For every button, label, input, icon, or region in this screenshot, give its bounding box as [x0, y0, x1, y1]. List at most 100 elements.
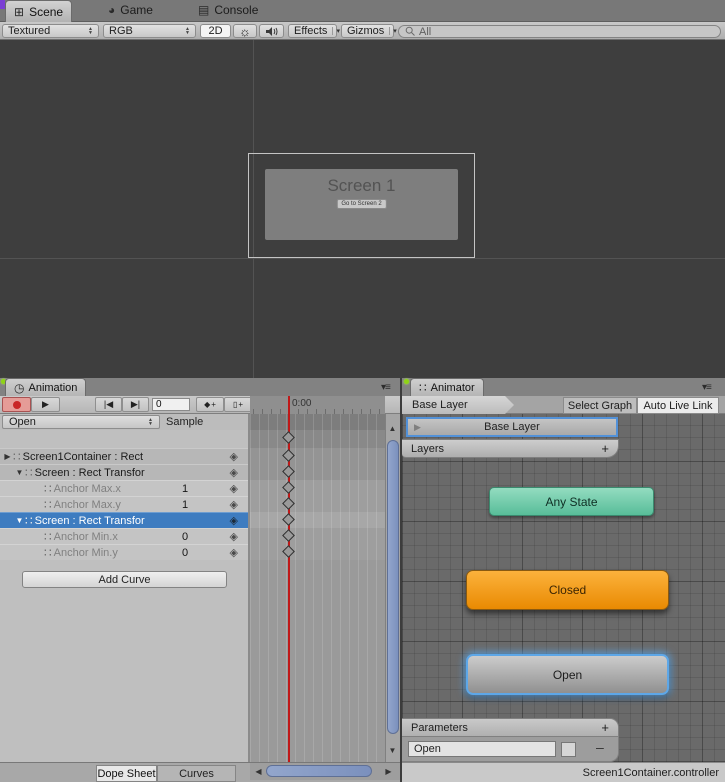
animator-panel-menu-icon[interactable]: ▾≡: [702, 382, 711, 393]
clip-dropdown-label: Open: [9, 416, 36, 428]
keyframe-diamond-icon[interactable]: ◈: [230, 530, 238, 543]
row-screen-recttransform-1[interactable]: ▼ ∷ Screen : Rect Transfor ◈: [0, 464, 248, 480]
row-anchor-max-x[interactable]: ∷ Anchor Max.x 1 ◈: [0, 480, 248, 496]
tab-console[interactable]: ▤ Console: [198, 3, 258, 17]
select-graph-button[interactable]: Select Graph: [563, 397, 637, 414]
sun-icon: ☼: [239, 24, 251, 39]
keyframe-diamond-icon[interactable]: ◈: [230, 514, 238, 527]
go-to-screen2-button[interactable]: Go to Screen 2: [336, 199, 386, 209]
property-label: Anchor Min.y: [54, 547, 118, 559]
channels-dropdown-label: RGB: [109, 25, 133, 37]
timeline-track-row: [250, 448, 385, 480]
parameter-name-field[interactable]: Open: [408, 741, 556, 757]
scroll-up-icon[interactable]: ▲: [386, 424, 399, 433]
row-screen1container-rect[interactable]: ▶ ∷ Screen1Container : Rect ◈: [0, 448, 248, 464]
scene-search-input[interactable]: All: [398, 25, 721, 38]
breadcrumb-base-layer[interactable]: Base Layer: [402, 396, 514, 414]
add-parameter-icon[interactable]: +: [601, 720, 609, 735]
console-icon: ▤: [198, 3, 209, 17]
search-icon: [405, 26, 416, 37]
add-layer-icon[interactable]: +: [601, 441, 609, 456]
timeline-time-label: 0:00: [292, 398, 311, 409]
animation-panel-menu-icon[interactable]: ▾≡: [381, 382, 390, 393]
tab-animation[interactable]: ◷ Animation: [5, 378, 86, 396]
chevron-down-icon: ▾: [389, 27, 397, 35]
row-screen-recttransform-2-selected[interactable]: ▼ ∷ Screen : Rect Transfor ◈: [0, 512, 248, 528]
foldout-closed-icon[interactable]: ▶: [2, 452, 13, 461]
row-anchor-min-x[interactable]: ∷ Anchor Min.x 0 ◈: [0, 528, 248, 544]
parameters-label: Parameters: [411, 722, 468, 734]
next-key-button[interactable]: ▶|: [122, 397, 149, 412]
base-layer-label: Base Layer: [484, 421, 540, 433]
auto-live-link-button[interactable]: Auto Live Link: [637, 397, 719, 414]
add-keyframe-button[interactable]: ◆ +: [196, 397, 224, 412]
parameters-header[interactable]: Parameters +: [402, 718, 619, 737]
rect-transform-icon: ∷: [44, 530, 52, 544]
parameters-body: Open –: [402, 737, 619, 762]
previous-key-button[interactable]: |◀: [95, 397, 122, 412]
scene-grid-icon: ⊞: [14, 5, 24, 19]
add-event-button[interactable]: ▯ +: [224, 397, 252, 412]
screen1-panel[interactable]: Screen 1 Go to Screen 2: [265, 169, 458, 240]
rect-transform-icon: ∷: [44, 482, 52, 496]
keyframe-diamond-icon[interactable]: ◈: [230, 482, 238, 495]
shading-dropdown[interactable]: Textured ▲▼: [2, 24, 99, 38]
2d-toggle-label: 2D: [208, 25, 222, 37]
dope-sheet-button[interactable]: Dope Sheet: [96, 765, 157, 782]
2d-toggle-button[interactable]: 2D: [200, 24, 231, 38]
state-any-state[interactable]: Any State: [489, 487, 654, 516]
search-value: All: [419, 26, 431, 38]
foldout-open-icon[interactable]: ▼: [14, 468, 25, 477]
clip-dropdown[interactable]: Open ▲▼: [2, 415, 160, 429]
parameter-bool-checkbox[interactable]: [561, 742, 576, 757]
animation-tab-strip: ◷ Animation ▾≡: [0, 378, 400, 396]
effects-label: Effects: [294, 25, 327, 37]
add-curve-button[interactable]: Add Curve: [22, 571, 227, 588]
lighting-toggle-button[interactable]: ☼: [233, 24, 257, 38]
property-label: Screen : Rect Transfor: [35, 515, 145, 527]
horizontal-scroll-thumb[interactable]: [266, 765, 372, 777]
effects-dropdown[interactable]: Effects ▾: [288, 24, 337, 38]
row-anchor-max-y[interactable]: ∷ Anchor Max.y 1 ◈: [0, 496, 248, 512]
timeline-vertical-scrollbar[interactable]: ▲ ▼: [385, 414, 400, 762]
scroll-left-icon[interactable]: ◀: [252, 767, 265, 776]
keyframe-diamond-icon[interactable]: ◈: [230, 546, 238, 559]
rect-transform-icon: ∷: [25, 466, 33, 480]
keyframe-diamond-icon[interactable]: ◈: [230, 450, 238, 463]
scroll-down-icon[interactable]: ▼: [386, 746, 399, 755]
keyframe-diamond-icon[interactable]: ◈: [230, 466, 238, 479]
foldout-open-icon[interactable]: ▼: [14, 516, 25, 525]
scene-gridline-horizontal: [0, 258, 725, 259]
remove-parameter-icon[interactable]: –: [596, 739, 604, 755]
channels-dropdown[interactable]: RGB ▲▼: [103, 24, 196, 38]
sample-label: Sample: [166, 416, 203, 428]
gizmos-dropdown[interactable]: Gizmos ▾: [341, 24, 394, 38]
tab-game[interactable]: ◕ Game: [108, 3, 153, 17]
state-closed[interactable]: Closed: [466, 570, 669, 610]
record-button[interactable]: [2, 397, 31, 412]
scroll-right-icon[interactable]: ▶: [382, 767, 395, 776]
keyframe-icon: ◆: [204, 400, 210, 409]
curves-button[interactable]: Curves: [157, 765, 236, 782]
tab-console-label: Console: [214, 3, 258, 17]
screen1-title: Screen 1: [265, 176, 458, 196]
tab-animator-label: Animator: [431, 382, 475, 394]
timeline-horizontal-scrollbar[interactable]: ◀ ▶: [250, 763, 400, 780]
layers-header[interactable]: Layers +: [402, 439, 619, 458]
frame-field[interactable]: 0: [152, 398, 190, 411]
state-open-selected[interactable]: Open: [466, 654, 669, 695]
keyframe-diamond-icon[interactable]: ◈: [230, 498, 238, 511]
tab-animator[interactable]: ∷ Animator: [410, 378, 484, 396]
row-anchor-min-y[interactable]: ∷ Anchor Min.y 0 ◈: [0, 544, 248, 560]
play-icon: ▶: [42, 399, 49, 410]
live-indicator-dot: [404, 379, 409, 384]
vertical-scroll-thumb[interactable]: [387, 440, 399, 734]
base-layer-item[interactable]: ▶ Base Layer: [406, 417, 618, 437]
top-tab-strip: ⊞ Scene ◕ Game ▤ Console: [0, 0, 725, 22]
audio-toggle-button[interactable]: [259, 24, 284, 38]
controller-path-label: Screen1Container.controller: [583, 767, 719, 779]
tab-animation-label: Animation: [28, 382, 77, 394]
play-button[interactable]: ▶: [31, 397, 60, 412]
tab-scene[interactable]: ⊞ Scene: [5, 0, 72, 22]
timeline-ruler[interactable]: 0:00: [250, 396, 385, 414]
